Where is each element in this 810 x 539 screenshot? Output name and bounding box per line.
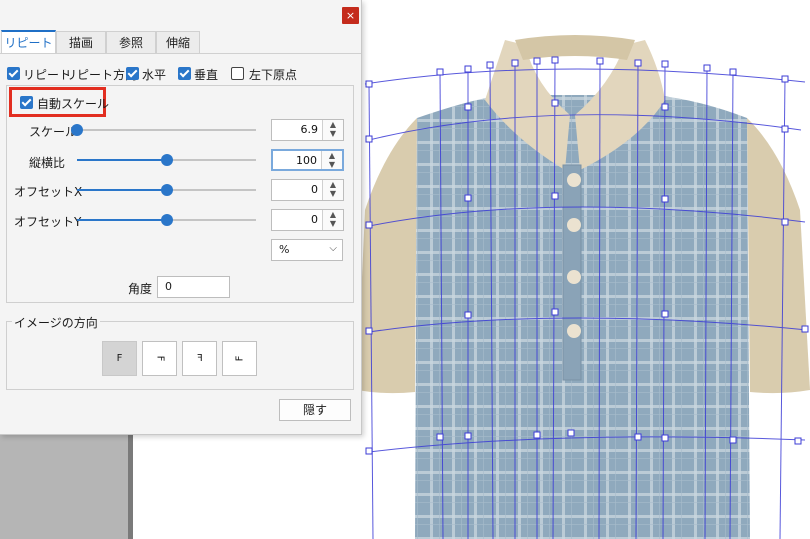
button-4 xyxy=(567,324,581,338)
aspect-ratio-slider-thumb[interactable] xyxy=(161,154,173,166)
orientation-mirror-button[interactable]: F xyxy=(182,341,217,376)
offset-x-label: オフセットX xyxy=(14,185,83,199)
button-1 xyxy=(567,173,581,187)
tab-stretch[interactable]: 伸縮 xyxy=(156,31,200,53)
collar-band xyxy=(515,35,635,60)
repeat-settings-dialog: × リピート 描画 参照 伸縮 リピート リピート方向 水平 垂直 左下原点 自… xyxy=(0,0,362,435)
auto-scale-checkbox[interactable] xyxy=(20,96,33,109)
angle-input[interactable]: 0 xyxy=(157,276,230,298)
right-sleeve xyxy=(747,118,810,394)
horizontal-label: 水平 xyxy=(142,68,167,82)
vertical-checkbox[interactable] xyxy=(178,67,191,80)
offset-y-stepper[interactable]: 0 ▲ ▼ xyxy=(271,209,344,231)
aspect-ratio-stepper-arrows[interactable]: ▲ ▼ xyxy=(321,151,342,169)
chevron-down-icon: ⌵ xyxy=(329,243,337,254)
angle-value: 0 xyxy=(165,280,172,293)
workspace-divider xyxy=(128,435,133,539)
orientation-rotate90-button[interactable]: F xyxy=(142,341,177,376)
aspect-ratio-label: 縦横比 xyxy=(29,156,66,170)
orientation-group xyxy=(6,321,354,390)
scale-stepper-arrows[interactable]: ▲ ▼ xyxy=(322,120,343,140)
orientation-mirror-glyph: F xyxy=(196,353,203,364)
unit-select[interactable]: % ⌵ xyxy=(271,239,343,261)
offset-x-stepper[interactable]: 0 ▲ ▼ xyxy=(271,179,344,201)
orientation-rotate90-glyph: F xyxy=(153,355,165,362)
tab-divider xyxy=(0,53,361,54)
scale-label: スケール xyxy=(29,125,78,139)
orientation-rotate270-button[interactable]: F xyxy=(222,341,257,376)
repeat-label: リピート xyxy=(23,68,72,82)
offset-x-slider-thumb[interactable] xyxy=(161,184,173,196)
button-3 xyxy=(567,270,581,284)
shirt-preview[interactable] xyxy=(355,0,810,539)
angle-label: 角度 xyxy=(128,282,153,296)
orientation-normal-button[interactable]: F xyxy=(102,341,137,376)
offset-x-value: 0 xyxy=(311,183,318,196)
button-2 xyxy=(567,218,581,232)
scale-value: 6.9 xyxy=(300,123,319,136)
aspect-ratio-value: 100 xyxy=(296,154,317,167)
workspace-background xyxy=(0,435,133,539)
hide-button[interactable]: 隠す xyxy=(279,399,351,421)
tab-draw[interactable]: 描画 xyxy=(56,31,106,53)
offset-x-stepper-arrows[interactable]: ▲ ▼ xyxy=(322,180,343,200)
left-sleeve xyxy=(357,118,417,394)
repeat-checkbox[interactable] xyxy=(7,67,20,80)
offset-y-stepper-arrows[interactable]: ▲ ▼ xyxy=(322,210,343,230)
aspect-ratio-stepper[interactable]: 100 ▲ ▼ xyxy=(271,149,344,171)
orientation-rotate270-glyph: F xyxy=(233,355,245,362)
offset-y-label: オフセットY xyxy=(14,215,82,229)
bottom-left-origin-label: 左下原点 xyxy=(249,68,298,82)
tab-repeat[interactable]: リピート xyxy=(1,30,56,54)
scale-slider[interactable] xyxy=(77,129,256,131)
orientation-title: イメージの方向 xyxy=(12,314,100,331)
bottom-left-origin-checkbox[interactable] xyxy=(231,67,244,80)
auto-scale-label: 自動スケール xyxy=(37,97,110,111)
scale-slider-thumb[interactable] xyxy=(71,124,83,136)
unit-select-value: % xyxy=(279,243,290,256)
offset-y-slider-thumb[interactable] xyxy=(161,214,173,226)
close-button[interactable]: × xyxy=(342,7,359,24)
scale-stepper[interactable]: 6.9 ▲ ▼ xyxy=(271,119,344,141)
offset-y-value: 0 xyxy=(311,213,318,226)
horizontal-checkbox[interactable] xyxy=(126,67,139,80)
tab-reference[interactable]: 参照 xyxy=(106,31,156,53)
vertical-label: 垂直 xyxy=(194,68,219,82)
